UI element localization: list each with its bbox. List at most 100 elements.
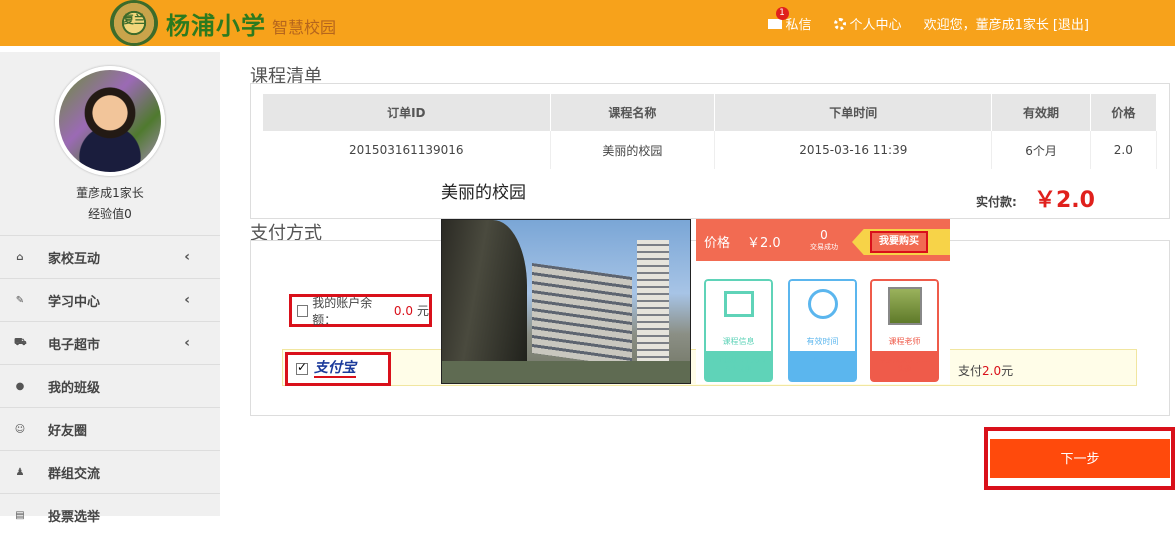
teacher-card[interactable]: 课程老师 董彦成家长 第... 头像 <box>870 279 939 382</box>
balance-option[interactable]: 我的账户余额： 0.0 元 <box>289 294 432 327</box>
course-cover-image[interactable] <box>441 219 691 384</box>
chevron-left-icon[interactable]: ‹ <box>184 335 190 351</box>
payment-total-suffix: 元 <box>1001 364 1014 378</box>
logout-link[interactable]: [退出] <box>1053 14 1089 33</box>
course-price-panel: 价格 ￥2.0 0 交易成功 我要购买 课程信息 1个视频 0个文档 0个试题 有效… <box>696 219 950 384</box>
header-nav: 1 私信 个人中心 欢迎您，董彦成1家长 [退出] <box>767 7 1089 33</box>
column-header: 价格 <box>1090 94 1158 131</box>
column-header: 订单ID <box>263 94 551 131</box>
teacher-title: 课程老师 <box>888 337 921 346</box>
seal-text: 复兰 <box>123 13 145 26</box>
validity-line1: 6个月 <box>813 356 832 364</box>
school-seal-logo: 复兰 <box>110 0 158 46</box>
next-step-button[interactable]: 下一步 <box>990 439 1170 478</box>
school-name[interactable]: 杨浦小学 <box>166 6 266 41</box>
ground-shape <box>442 361 690 383</box>
welcome-text: 欢迎您，董彦成1家长 <box>923 18 1049 33</box>
avatar[interactable] <box>55 66 165 176</box>
price-bar: 价格 ￥2.0 0 交易成功 我要购买 <box>696 219 950 261</box>
course-info-title: 课程信息 <box>722 337 755 346</box>
profile-label: 个人中心 <box>849 18 902 33</box>
alipay-checkbox[interactable] <box>296 360 308 375</box>
edit-icon: ✎ <box>15 294 25 306</box>
price-value: ￥2.0 <box>747 236 781 251</box>
sidebar-item-label: 学习中心 <box>48 294 101 310</box>
message-count-badge: 1 <box>775 7 789 20</box>
sidebar-item-label: 投票选举 <box>48 509 101 525</box>
orders-table: 订单ID 课程名称 下单时间 有效期 价格 201503161139016 美丽的校园 20… <box>263 94 1158 169</box>
payment-total-value: 2.0 <box>982 364 1002 378</box>
alipay-option[interactable]: 支付宝 <box>285 352 391 386</box>
deal-count-label: 交易成功 <box>810 243 838 251</box>
price-label: 价格 <box>704 236 731 251</box>
sidebar-item-6[interactable]: ▤ 投票选举 <box>0 493 220 536</box>
sidebar-item-2[interactable]: ⛟ 电子超市 ‹ <box>0 321 220 364</box>
paid-amount-label: 实付款: <box>976 195 1017 209</box>
user-name: 董彦成1家长 <box>76 186 144 200</box>
sidebar-item-label: 好友圈 <box>48 423 88 439</box>
chevron-left-icon[interactable]: ‹ <box>184 292 190 308</box>
messages-link[interactable]: 1 私信 <box>767 7 812 33</box>
teacher-avatar <box>888 287 922 325</box>
course-popup-title: 美丽的校园 <box>441 183 526 203</box>
profile-link[interactable]: 个人中心 <box>833 14 902 33</box>
sidebar-item-label: 家校互动 <box>48 251 101 267</box>
chevron-left-icon[interactable]: ‹ <box>184 249 190 265</box>
tower-shape <box>637 240 669 370</box>
sidebar-item-label: 电子超市 <box>48 337 101 353</box>
course-info-line1: 1个视频 0个文档 <box>711 356 766 364</box>
sidebar: 董彦成1家长 经验值0 ⌂ 家校互动 ‹ ✎ 学习中心 ‹ ⛟ 电子超市 ‹ ● 我的班级 ☺ 好友圈 ♟… <box>0 52 220 525</box>
cart-icon: ⛟ <box>14 336 27 348</box>
smile-icon: ☺ <box>14 423 26 435</box>
tree-shape <box>442 220 527 383</box>
validity-card[interactable]: 有效时间 6个月 <box>788 279 857 382</box>
payment-total-prefix: 支付 <box>958 364 983 378</box>
user-experience: 经验值0 <box>88 207 132 221</box>
paid-amount-value: ￥2.0 <box>1034 188 1095 213</box>
table-cell: 美丽的校园 <box>550 131 716 169</box>
table-row: 201503161139016 美丽的校园 2015-03-16 11:39 6个月 2… <box>263 131 1158 169</box>
sidebar-item-3[interactable]: ● 我的班级 <box>0 364 220 407</box>
vote-icon: ▤ <box>15 509 25 521</box>
alipay-logo: 支付宝 <box>314 360 356 378</box>
deal-count: 0 交易成功 <box>810 229 838 253</box>
column-header: 有效期 <box>991 94 1091 131</box>
balance-label: 我的账户余额： <box>312 295 373 327</box>
clock-icon <box>808 289 838 319</box>
course-info-card[interactable]: 课程信息 1个视频 0个文档 0个试题 <box>704 279 773 382</box>
sidebar-item-0[interactable]: ⌂ 家校互动 ‹ <box>0 235 220 278</box>
mail-icon <box>767 18 782 29</box>
payment-total: 支付2.0元 <box>958 362 1013 379</box>
table-cell: 2.0 <box>1090 131 1158 169</box>
teacher-line2: 头像 <box>897 365 912 373</box>
home-icon: ⌂ <box>16 251 24 263</box>
gear-icon <box>833 17 846 30</box>
sidebar-item-1[interactable]: ✎ 学习中心 ‹ <box>0 278 220 321</box>
user-icon: ● <box>15 380 25 392</box>
group-icon: ♟ <box>15 466 25 478</box>
building-shape <box>532 262 632 368</box>
table-cell: 201503161139016 <box>263 131 551 169</box>
balance-checkbox[interactable] <box>297 304 309 317</box>
table-cell: 6个月 <box>991 131 1091 169</box>
deal-count-value: 0 <box>820 228 828 242</box>
balance-value: 0.0 <box>393 303 413 318</box>
orders-header-row: 订单ID 课程名称 下单时间 有效期 价格 <box>263 94 1158 131</box>
sidebar-item-label: 我的班级 <box>48 380 101 396</box>
site-subtitle: 智慧校园 <box>272 18 337 37</box>
validity-title: 有效时间 <box>806 337 839 346</box>
column-header: 下单时间 <box>714 94 993 131</box>
sidebar-item-5[interactable]: ♟ 群组交流 <box>0 450 220 493</box>
table-cell: 2015-03-16 11:39 <box>714 131 993 169</box>
sidebar-menu: ⌂ 家校互动 ‹ ✎ 学习中心 ‹ ⛟ 电子超市 ‹ ● 我的班级 ☺ 好友圈 ♟ 群组交流 ▤ 投票选举 <box>0 235 220 536</box>
sidebar-item-4[interactable]: ☺ 好友圈 <box>0 407 220 450</box>
welcome-area: 欢迎您，董彦成1家长 [退出] <box>924 14 1089 33</box>
teacher-line1: 董彦成家长 第... <box>879 356 930 364</box>
top-header: 复兰 杨浦小学 智慧校园 1 私信 个人中心 欢迎您，董彦成1家长 [退出] <box>0 0 1175 46</box>
course-info-line2: 0个试题 <box>725 365 752 373</box>
balance-unit: 元 <box>416 304 429 318</box>
checkbox-icon <box>724 291 754 317</box>
sidebar-item-label: 群组交流 <box>48 466 101 482</box>
buy-now-button[interactable]: 我要购买 <box>870 231 928 253</box>
messages-label: 私信 <box>785 18 812 33</box>
